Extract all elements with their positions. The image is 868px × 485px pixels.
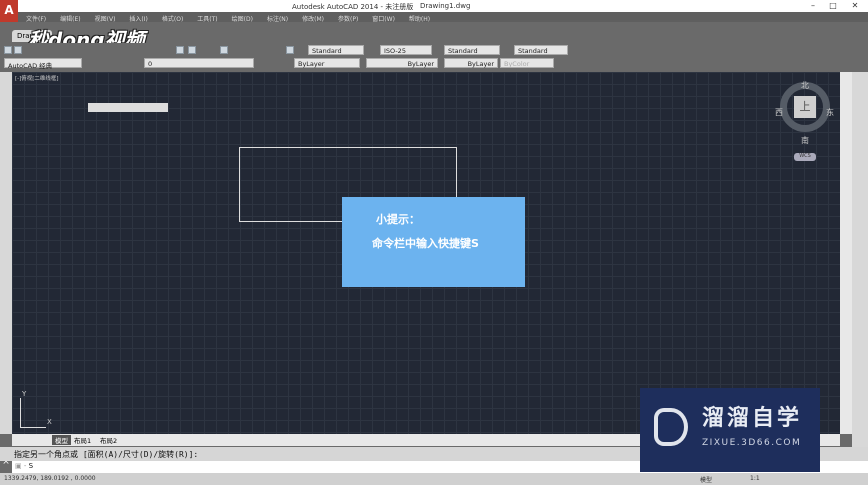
table-style-select[interactable]: Standard [444, 45, 500, 55]
menu-edit[interactable]: 编辑(E) [52, 12, 86, 23]
menu-parameters[interactable]: 参数(P) [330, 12, 364, 23]
close-button[interactable]: ✕ [848, 1, 862, 10]
vertical-scrollbar[interactable] [840, 72, 852, 434]
menu-insert[interactable]: 插入(I) [121, 12, 153, 23]
viewcube-face[interactable]: 上 [794, 96, 816, 118]
title-bar: Autodesk AutoCAD 2014 - 未注册版 Drawing1.dw… [0, 0, 868, 12]
model-button[interactable]: 模型 [700, 475, 712, 484]
draw-toolbar[interactable] [0, 72, 12, 434]
new-icon[interactable] [4, 46, 12, 54]
site-watermark: 溜溜自学 ZIXUE.3D66.COM [640, 388, 820, 472]
open-icon[interactable] [14, 46, 22, 54]
standard-toolbar: Standard ISO-25 Standard Standard [0, 43, 868, 56]
multileader-style-select[interactable]: Standard [514, 45, 568, 55]
compass-south[interactable]: 南 [801, 135, 809, 146]
modify-toolbar[interactable] [852, 72, 868, 447]
tip-title: 小提示： [376, 213, 420, 226]
menu-modify[interactable]: 修改(M) [294, 12, 330, 23]
menu-bar: 文件(F) 编辑(E) 视图(V) 插入(I) 格式(O) 工具(T) 绘图(D… [18, 12, 868, 23]
lineweight-select[interactable]: ByLayer [444, 58, 498, 68]
ucs-icon [20, 398, 46, 428]
wcs-menu[interactable]: WCS [794, 153, 816, 161]
text-style-select[interactable]: Standard [308, 45, 364, 55]
tip-box: 小提示： 命令栏中输入快捷键S [342, 197, 525, 287]
ucs-x-label: X [47, 418, 52, 426]
app-menu-button[interactable]: A [0, 0, 18, 22]
viewport-label[interactable]: [-]俯视[二维线框] [15, 74, 59, 82]
app-title: Autodesk AutoCAD 2014 - 未注册版 [292, 3, 414, 11]
menu-tools[interactable]: 工具(T) [189, 12, 223, 23]
compass-east[interactable]: 东 [826, 107, 834, 118]
compass-north[interactable]: 北 [801, 80, 809, 91]
watermark-url: ZIXUE.3D66.COM [702, 438, 802, 448]
menu-dimension[interactable]: 标注(N) [259, 12, 294, 23]
tip-body: 命令栏中输入快捷键S [372, 237, 479, 250]
layer-select[interactable]: 0 [144, 58, 254, 68]
watermark-name: 溜溜自学 [702, 406, 803, 431]
ucs-y-label: Y [22, 390, 27, 398]
menu-view[interactable]: 视图(V) [87, 12, 122, 23]
document-title: Drawing1.dwg [420, 2, 471, 10]
maximize-button[interactable]: □ [826, 1, 840, 10]
pan-icon[interactable] [176, 46, 184, 54]
floating-toolbar[interactable] [88, 103, 168, 112]
properties-icon[interactable] [220, 46, 228, 54]
menu-window[interactable]: 窗口(W) [364, 12, 401, 23]
zoom-icon[interactable] [188, 46, 196, 54]
coordinates: 1339.2479, 189.0192 , 0.0000 [4, 475, 96, 482]
tab-layout2[interactable]: 布局2 [100, 435, 117, 445]
menu-draw[interactable]: 绘图(D) [224, 12, 259, 23]
color-select[interactable]: ByLayer [294, 58, 360, 68]
workspace-select[interactable]: AutoCAD 经典 [4, 58, 82, 70]
play-logo-icon [654, 408, 688, 446]
tab-layout1[interactable]: 布局1 [74, 435, 91, 445]
dim-style-select[interactable]: ISO-25 [380, 45, 432, 55]
help-icon[interactable] [286, 46, 294, 54]
command-input-value: S [28, 462, 34, 470]
compass-west[interactable]: 西 [775, 107, 783, 118]
menu-help[interactable]: 帮助(H) [401, 12, 436, 23]
minimize-button[interactable]: – [806, 1, 820, 10]
linetype-select[interactable]: ByLayer [366, 58, 438, 68]
status-bar: 1339.2479, 189.0192 , 0.0000 模型 1:1 [0, 473, 868, 485]
tab-model[interactable]: 模型 [52, 435, 71, 445]
annotation-scale[interactable]: 1:1 [750, 475, 760, 482]
menu-file[interactable]: 文件(F) [18, 12, 52, 23]
layers-toolbar: AutoCAD 经典 0 ByLayer ByLayer ByLayer ByC… [0, 57, 868, 70]
plot-style-select[interactable]: ByColor [500, 58, 554, 68]
menu-format[interactable]: 格式(O) [154, 12, 189, 23]
